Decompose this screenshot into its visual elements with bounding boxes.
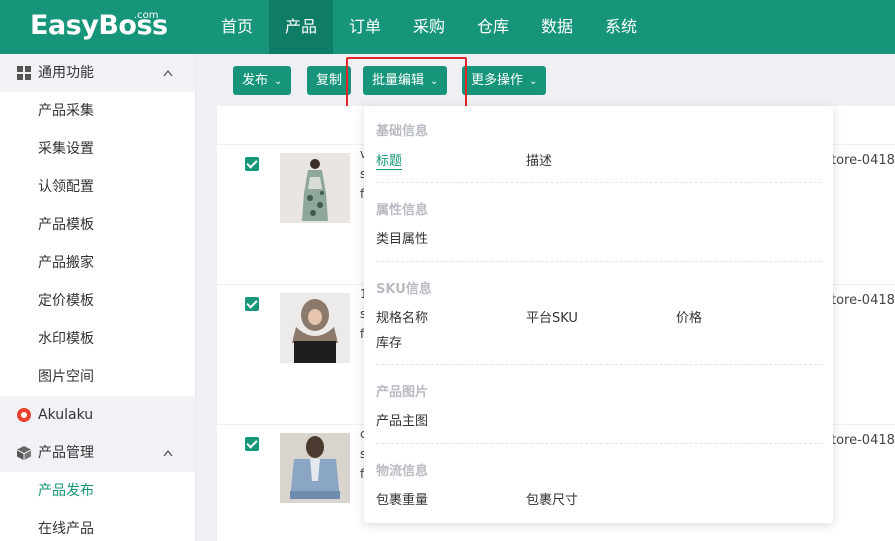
store-name: tore-0418 bbox=[831, 433, 895, 448]
product-thumbnail[interactable] bbox=[280, 153, 350, 223]
store-name: tore-0418 bbox=[831, 293, 895, 308]
product-thumbnail[interactable] bbox=[280, 293, 350, 363]
sidebar-item-online-products[interactable]: 在线产品 bbox=[0, 510, 195, 541]
batch-edit-dropdown: 基础信息 标题 描述 属性信息 类目属性 SKU信息 规格名称 平台SKU 价格… bbox=[364, 106, 833, 523]
chevron-up-icon bbox=[163, 69, 173, 77]
sidebar-group-product-management[interactable]: 产品管理 bbox=[0, 434, 195, 472]
divider bbox=[376, 261, 822, 262]
nav-home[interactable]: 首页 bbox=[205, 0, 269, 54]
option-platform-sku[interactable]: 平台SKU bbox=[526, 307, 578, 326]
nav-products[interactable]: 产品 bbox=[269, 0, 333, 54]
nav-purchase[interactable]: 采购 bbox=[397, 0, 461, 54]
store-name: tore-0418 bbox=[831, 153, 895, 168]
publish-button[interactable]: 发布 ⌄ bbox=[233, 66, 292, 95]
section-title-sku: SKU信息 bbox=[376, 282, 432, 297]
sidebar-item-image-space[interactable]: 图片空间 bbox=[0, 358, 195, 396]
row-checkbox[interactable] bbox=[245, 297, 259, 311]
publish-button-label: 发布 bbox=[242, 73, 269, 88]
section-title-attributes: 属性信息 bbox=[376, 203, 429, 218]
chevron-up-icon bbox=[163, 449, 173, 457]
option-package-weight[interactable]: 包裹重量 bbox=[376, 489, 428, 508]
toolbar: 发布 ⌄ 复制 批量编辑 ⌄ 更多操作 ⌄ bbox=[217, 54, 895, 114]
nav-warehouse[interactable]: 仓库 bbox=[461, 0, 525, 54]
row-checkbox[interactable] bbox=[245, 437, 259, 451]
section-title-images: 产品图片 bbox=[376, 385, 429, 400]
sidebar-group-label: 通用功能 bbox=[38, 65, 94, 81]
option-spec-name[interactable]: 规格名称 bbox=[376, 307, 428, 326]
box-icon bbox=[17, 446, 31, 460]
section-title-basic: 基础信息 bbox=[376, 124, 429, 139]
option-title[interactable]: 标题 bbox=[376, 150, 403, 170]
sidebar-group-label: 产品管理 bbox=[38, 445, 94, 461]
copy-button[interactable]: 复制 bbox=[307, 66, 352, 95]
sidebar: 通用功能 产品采集 采集设置 认领配置 产品模板 产品搬家 定价模板 水印模板 … bbox=[0, 54, 196, 541]
logo-suffix: .com bbox=[134, 10, 159, 21]
sidebar-item-product-move[interactable]: 产品搬家 bbox=[0, 244, 195, 282]
sidebar-item-collect-settings[interactable]: 采集设置 bbox=[0, 130, 195, 168]
sidebar-item-akulaku[interactable]: Akulaku bbox=[0, 396, 195, 434]
nav-orders[interactable]: 订单 bbox=[333, 0, 397, 54]
option-stock[interactable]: 库存 bbox=[376, 332, 402, 351]
nav-data[interactable]: 数据 bbox=[525, 0, 589, 54]
chevron-down-icon: ⌄ bbox=[529, 76, 538, 87]
option-package-size[interactable]: 包裹尺寸 bbox=[526, 489, 578, 508]
grid-icon bbox=[17, 66, 31, 80]
sidebar-group-general[interactable]: 通用功能 bbox=[0, 54, 195, 92]
option-main-image[interactable]: 产品主图 bbox=[376, 410, 428, 429]
option-price[interactable]: 价格 bbox=[676, 307, 702, 326]
more-actions-button[interactable]: 更多操作 ⌄ bbox=[462, 66, 547, 95]
sidebar-item-pricing-template[interactable]: 定价模板 bbox=[0, 282, 195, 320]
sidebar-item-label: Akulaku bbox=[38, 407, 94, 423]
sidebar-item-watermark-template[interactable]: 水印模板 bbox=[0, 320, 195, 358]
akulaku-icon bbox=[17, 408, 31, 422]
sidebar-item-claim-config[interactable]: 认领配置 bbox=[0, 168, 195, 206]
nav-system[interactable]: 系统 bbox=[589, 0, 653, 54]
product-thumbnail[interactable] bbox=[280, 433, 350, 503]
option-category-attributes[interactable]: 类目属性 bbox=[376, 228, 428, 247]
main-nav: 首页 产品 订单 采购 仓库 数据 系统 bbox=[205, 0, 653, 54]
chevron-down-icon: ⌄ bbox=[274, 76, 283, 87]
divider bbox=[376, 443, 822, 444]
option-description[interactable]: 描述 bbox=[526, 150, 552, 169]
divider bbox=[376, 182, 822, 183]
sidebar-item-product-publish[interactable]: 产品发布 bbox=[0, 472, 195, 510]
row-checkbox[interactable] bbox=[245, 157, 259, 171]
top-bar: EasyBoss .com 首页 产品 订单 采购 仓库 数据 系统 bbox=[0, 0, 895, 54]
sidebar-item-product-template[interactable]: 产品模板 bbox=[0, 206, 195, 244]
more-actions-button-label: 更多操作 bbox=[471, 73, 524, 88]
section-title-logistics: 物流信息 bbox=[376, 464, 429, 479]
divider bbox=[376, 364, 822, 365]
sidebar-item-collect[interactable]: 产品采集 bbox=[0, 92, 195, 130]
